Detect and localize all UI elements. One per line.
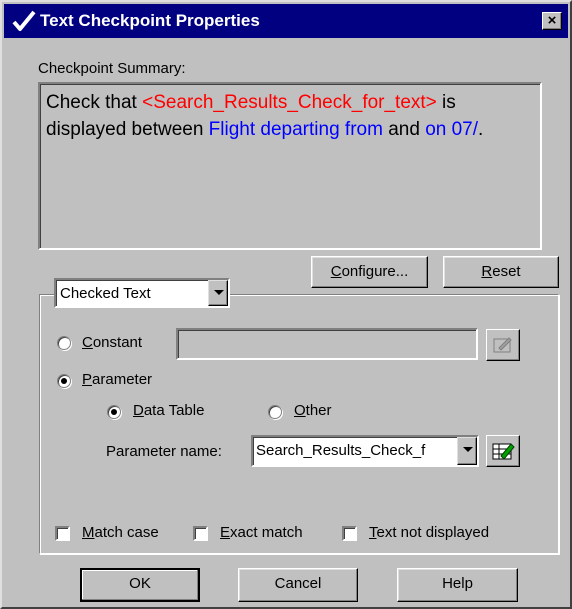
text-after: on 07/: [425, 119, 479, 140]
parameter-label[interactable]: Parameter: [82, 371, 152, 388]
checkmark-icon: [12, 10, 36, 31]
constant-value-field[interactable]: [176, 328, 478, 360]
text-before: Flight departing from: [208, 119, 389, 140]
checked-text-dropdown-value: Checked Text: [60, 285, 151, 302]
other-label[interactable]: Other: [294, 402, 332, 419]
match-case-mnemonic: M: [82, 524, 95, 541]
checkpoint-summary-box: Check that <Search_Results_Check_for_tex…: [38, 82, 542, 250]
ok-label: OK: [129, 575, 151, 592]
text-not-displayed-label[interactable]: Text not displayed: [369, 524, 489, 541]
close-button[interactable]: ×: [542, 12, 562, 30]
parameter-label-rest: arameter: [92, 371, 153, 388]
help-label: Help: [442, 575, 473, 592]
exact-match-label[interactable]: Exact match: [220, 524, 303, 541]
edit-icon: [493, 337, 512, 353]
parameter-mnemonic: P: [82, 371, 93, 388]
configure-label: onfigure...: [341, 263, 409, 280]
match-case-label[interactable]: Match case: [82, 524, 159, 541]
text-not-displayed-checkbox[interactable]: [342, 526, 357, 541]
parameter-name-label: Parameter name:: [106, 443, 222, 460]
parameter-name-dropdown[interactable]: Search_Results_Check_f: [251, 435, 479, 467]
other-radio[interactable]: [268, 405, 282, 419]
summary-text: displayed between: [46, 119, 209, 140]
configure-button[interactable]: Configure...: [311, 256, 428, 288]
chevron-down-icon[interactable]: [208, 280, 228, 306]
summary-text: and: [388, 119, 426, 140]
close-icon: ×: [547, 12, 557, 29]
edit-constant-button[interactable]: [486, 329, 520, 361]
parameter-name-value: Search_Results_Check_f: [256, 442, 426, 459]
data-table-radio[interactable]: [107, 405, 121, 419]
configure-mnemonic: C: [330, 263, 342, 280]
constant-label[interactable]: Constant: [82, 334, 142, 351]
exact-match-mnemonic: E: [220, 524, 231, 541]
cancel-button[interactable]: Cancel: [238, 568, 358, 602]
constant-mnemonic: C: [82, 334, 93, 351]
text-not-displayed-label-rest: ext not displayed: [376, 524, 490, 541]
parameter-options-button[interactable]: [486, 435, 520, 467]
chevron-down-icon[interactable]: [457, 437, 477, 465]
reset-mnemonic: R: [481, 263, 493, 280]
reset-label: eset: [492, 263, 521, 280]
match-case-checkbox[interactable]: [55, 526, 70, 541]
match-case-label-rest: atch case: [94, 524, 159, 541]
help-button[interactable]: Help: [397, 568, 518, 602]
checkpoint-name: <Search_Results_Check_for_text>: [142, 92, 437, 113]
checked-text-dropdown[interactable]: Checked Text: [54, 278, 230, 308]
constant-radio[interactable]: [57, 336, 71, 350]
data-table-label-rest: ata Table: [143, 402, 205, 419]
summary-text: is: [436, 92, 456, 113]
reset-button[interactable]: Reset: [443, 256, 559, 288]
checkpoint-summary-label: Checkpoint Summary:: [38, 60, 186, 77]
exact-match-label-rest: xact match: [230, 524, 303, 541]
window-title: Text Checkpoint Properties: [40, 11, 260, 30]
other-label-rest: ther: [305, 402, 332, 419]
cancel-label: Cancel: [274, 575, 322, 592]
exact-match-checkbox[interactable]: [193, 526, 208, 541]
constant-label-rest: onstant: [92, 334, 143, 351]
title-bar[interactable]: Text Checkpoint Properties ×: [4, 4, 568, 38]
summary-text: Check that: [46, 92, 143, 113]
parameter-radio[interactable]: [57, 374, 71, 388]
text-not-displayed-mnemonic: T: [369, 524, 377, 541]
ok-button[interactable]: OK: [80, 568, 200, 602]
other-mnemonic: O: [294, 402, 306, 419]
text-checkpoint-properties-dialog: Text Checkpoint Properties × Checkpoint …: [0, 0, 572, 609]
data-table-mnemonic: D: [133, 402, 144, 419]
data-table-label[interactable]: Data Table: [133, 402, 204, 419]
summary-text: .: [478, 119, 484, 140]
parameter-edit-icon: [492, 443, 515, 460]
